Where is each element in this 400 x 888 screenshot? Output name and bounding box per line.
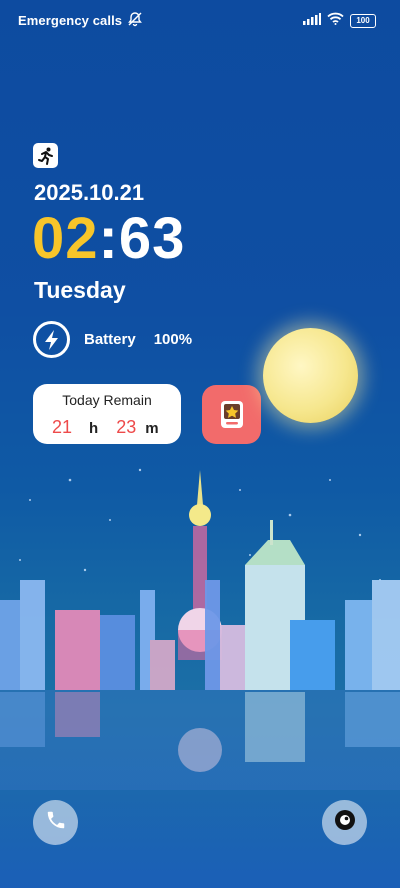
bell-off-icon xyxy=(127,11,143,30)
clock-minutes: 63 xyxy=(118,206,186,271)
emergency-calls-text: Emergency calls xyxy=(18,13,123,28)
remain-hours-unit: h xyxy=(89,420,99,437)
clock-time: 02:63 xyxy=(32,206,185,272)
date-text: 2025.10.21 xyxy=(34,180,145,205)
phone-icon xyxy=(45,809,67,836)
battery-value: 100% xyxy=(153,331,193,348)
status-right: 100 xyxy=(303,12,376,30)
moon-decoration xyxy=(263,328,358,423)
remain-minutes-unit: m xyxy=(145,420,159,437)
city-skyline-illustration xyxy=(0,468,400,790)
status-left: Emergency calls xyxy=(18,11,143,30)
remain-minutes-value: 23 xyxy=(116,417,137,437)
lock-screen: Emergency calls 100 2025.10.21 02:63 Tue… xyxy=(0,0,400,888)
signal-bars-icon xyxy=(303,12,321,30)
remain-hours-value: 21 xyxy=(52,417,73,437)
remain-time: 21 h 23 m xyxy=(52,417,159,438)
running-person-icon[interactable] xyxy=(33,143,58,168)
today-remain-widget[interactable]: Today Remain 21 h 23 m xyxy=(33,384,181,444)
wifi-icon xyxy=(327,12,344,30)
battery-widget: Battery 100% xyxy=(33,321,192,358)
remain-title: Today Remain xyxy=(62,392,152,408)
lightning-bolt-icon xyxy=(33,321,70,358)
camera-icon xyxy=(333,808,357,837)
phone-shortcut-button[interactable] xyxy=(33,800,78,845)
camera-shortcut-button[interactable] xyxy=(322,800,367,845)
status-bar: Emergency calls 100 xyxy=(0,10,400,30)
star-badge-app-icon[interactable] xyxy=(202,385,261,444)
clock-separator: : xyxy=(98,206,119,271)
battery-icon: 100 xyxy=(350,14,376,28)
battery-label: Battery xyxy=(84,331,136,348)
clock-hours: 02 xyxy=(32,206,99,271)
weekday-text: Tuesday xyxy=(34,277,126,303)
